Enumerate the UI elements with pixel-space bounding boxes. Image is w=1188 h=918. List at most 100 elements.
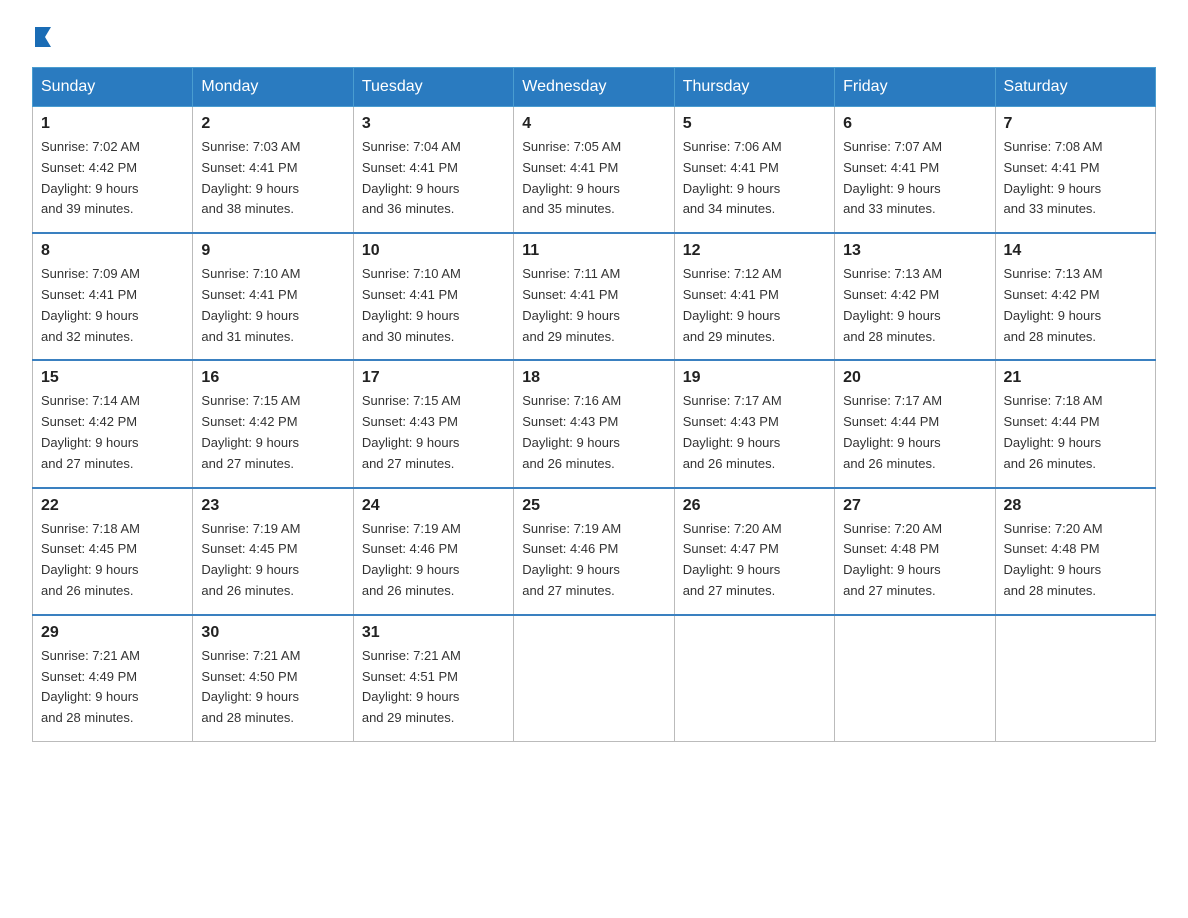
day-info: Sunrise: 7:21 AMSunset: 4:49 PMDaylight:… — [41, 646, 184, 729]
day-info: Sunrise: 7:15 AMSunset: 4:42 PMDaylight:… — [201, 391, 344, 474]
day-info: Sunrise: 7:15 AMSunset: 4:43 PMDaylight:… — [362, 391, 505, 474]
day-number: 19 — [683, 369, 826, 387]
day-info: Sunrise: 7:08 AMSunset: 4:41 PMDaylight:… — [1004, 137, 1147, 220]
day-info: Sunrise: 7:09 AMSunset: 4:41 PMDaylight:… — [41, 264, 184, 347]
day-number: 23 — [201, 497, 344, 515]
day-number: 25 — [522, 497, 665, 515]
weekday-header-monday: Monday — [193, 68, 353, 107]
day-info: Sunrise: 7:21 AMSunset: 4:50 PMDaylight:… — [201, 646, 344, 729]
calendar-cell — [674, 615, 834, 742]
logo — [32, 24, 57, 47]
day-number: 14 — [1004, 242, 1147, 260]
calendar-cell: 13 Sunrise: 7:13 AMSunset: 4:42 PMDayligh… — [835, 233, 995, 360]
calendar-cell: 28Sunrise: 7:20 AMSunset: 4:48 PMDayligh… — [995, 488, 1155, 615]
calendar-cell: 11 Sunrise: 7:11 AMSunset: 4:41 PMDayligh… — [514, 233, 674, 360]
calendar-cell: 30 Sunrise: 7:21 AMSunset: 4:50 PMDayligh… — [193, 615, 353, 742]
calendar-week-row-1: 1 Sunrise: 7:02 AMSunset: 4:42 PMDaylight… — [33, 107, 1156, 234]
logo-flag-icon — [35, 25, 57, 47]
day-info: Sunrise: 7:10 AMSunset: 4:41 PMDaylight:… — [362, 264, 505, 347]
calendar-cell: 12 Sunrise: 7:12 AMSunset: 4:41 PMDayligh… — [674, 233, 834, 360]
calendar-cell: 31 Sunrise: 7:21 AMSunset: 4:51 PMDayligh… — [353, 615, 513, 742]
day-number: 27 — [843, 497, 986, 515]
calendar-cell — [514, 615, 674, 742]
calendar-cell: 29 Sunrise: 7:21 AMSunset: 4:49 PMDayligh… — [33, 615, 193, 742]
calendar-week-row-3: 15 Sunrise: 7:14 AMSunset: 4:42 PMDayligh… — [33, 360, 1156, 487]
day-number: 24 — [362, 497, 505, 515]
day-number: 20 — [843, 369, 986, 387]
calendar-cell: 19 Sunrise: 7:17 AMSunset: 4:43 PMDayligh… — [674, 360, 834, 487]
calendar-week-row-5: 29 Sunrise: 7:21 AMSunset: 4:49 PMDayligh… — [33, 615, 1156, 742]
day-info: Sunrise: 7:11 AMSunset: 4:41 PMDaylight:… — [522, 264, 665, 347]
day-info: Sunrise: 7:20 AMSunset: 4:48 PMDaylight:… — [843, 519, 986, 602]
day-info: Sunrise: 7:19 AMSunset: 4:46 PMDaylight:… — [362, 519, 505, 602]
day-number: 30 — [201, 624, 344, 642]
calendar-cell: 5 Sunrise: 7:06 AMSunset: 4:41 PMDaylight… — [674, 107, 834, 234]
day-info: Sunrise: 7:20 AMSunset: 4:47 PMDaylight:… — [683, 519, 826, 602]
day-info: Sunrise: 7:19 AMSunset: 4:45 PMDaylight:… — [201, 519, 344, 602]
calendar-week-row-4: 22 Sunrise: 7:18 AMSunset: 4:45 PMDayligh… — [33, 488, 1156, 615]
day-number: 28 — [1004, 497, 1147, 515]
calendar-cell: 22 Sunrise: 7:18 AMSunset: 4:45 PMDayligh… — [33, 488, 193, 615]
day-number: 13 — [843, 242, 986, 260]
day-info: Sunrise: 7:17 AMSunset: 4:43 PMDaylight:… — [683, 391, 826, 474]
day-number: 26 — [683, 497, 826, 515]
day-info: Sunrise: 7:18 AMSunset: 4:44 PMDaylight:… — [1004, 391, 1147, 474]
day-number: 11 — [522, 242, 665, 260]
calendar-week-row-2: 8 Sunrise: 7:09 AMSunset: 4:41 PMDaylight… — [33, 233, 1156, 360]
calendar-table: SundayMondayTuesdayWednesdayThursdayFrid… — [32, 67, 1156, 742]
calendar-cell — [835, 615, 995, 742]
day-number: 3 — [362, 115, 505, 133]
calendar-cell: 9 Sunrise: 7:10 AMSunset: 4:41 PMDaylight… — [193, 233, 353, 360]
day-info: Sunrise: 7:14 AMSunset: 4:42 PMDaylight:… — [41, 391, 184, 474]
weekday-header-tuesday: Tuesday — [353, 68, 513, 107]
day-number: 8 — [41, 242, 184, 260]
day-number: 7 — [1004, 115, 1147, 133]
day-number: 31 — [362, 624, 505, 642]
calendar-cell: 16 Sunrise: 7:15 AMSunset: 4:42 PMDayligh… — [193, 360, 353, 487]
day-number: 2 — [201, 115, 344, 133]
calendar-cell: 6 Sunrise: 7:07 AMSunset: 4:41 PMDaylight… — [835, 107, 995, 234]
day-number: 17 — [362, 369, 505, 387]
day-info: Sunrise: 7:03 AMSunset: 4:41 PMDaylight:… — [201, 137, 344, 220]
calendar-cell: 17 Sunrise: 7:15 AMSunset: 4:43 PMDayligh… — [353, 360, 513, 487]
day-number: 21 — [1004, 369, 1147, 387]
calendar-cell: 21 Sunrise: 7:18 AMSunset: 4:44 PMDayligh… — [995, 360, 1155, 487]
day-info: Sunrise: 7:02 AMSunset: 4:42 PMDaylight:… — [41, 137, 184, 220]
day-info: Sunrise: 7:13 AMSunset: 4:42 PMDaylight:… — [843, 264, 986, 347]
weekday-header-saturday: Saturday — [995, 68, 1155, 107]
day-number: 5 — [683, 115, 826, 133]
day-info: Sunrise: 7:10 AMSunset: 4:41 PMDaylight:… — [201, 264, 344, 347]
weekday-header-wednesday: Wednesday — [514, 68, 674, 107]
day-info: Sunrise: 7:05 AMSunset: 4:41 PMDaylight:… — [522, 137, 665, 220]
day-info: Sunrise: 7:07 AMSunset: 4:41 PMDaylight:… — [843, 137, 986, 220]
calendar-cell: 8 Sunrise: 7:09 AMSunset: 4:41 PMDaylight… — [33, 233, 193, 360]
day-info: Sunrise: 7:16 AMSunset: 4:43 PMDaylight:… — [522, 391, 665, 474]
day-number: 9 — [201, 242, 344, 260]
calendar-cell: 7 Sunrise: 7:08 AMSunset: 4:41 PMDaylight… — [995, 107, 1155, 234]
day-info: Sunrise: 7:12 AMSunset: 4:41 PMDaylight:… — [683, 264, 826, 347]
page-header — [32, 24, 1156, 47]
calendar-cell: 25Sunrise: 7:19 AMSunset: 4:46 PMDayligh… — [514, 488, 674, 615]
calendar-cell: 27 Sunrise: 7:20 AMSunset: 4:48 PMDayligh… — [835, 488, 995, 615]
day-info: Sunrise: 7:06 AMSunset: 4:41 PMDaylight:… — [683, 137, 826, 220]
day-number: 6 — [843, 115, 986, 133]
day-number: 16 — [201, 369, 344, 387]
day-number: 18 — [522, 369, 665, 387]
day-info: Sunrise: 7:21 AMSunset: 4:51 PMDaylight:… — [362, 646, 505, 729]
calendar-cell — [995, 615, 1155, 742]
day-info: Sunrise: 7:17 AMSunset: 4:44 PMDaylight:… — [843, 391, 986, 474]
day-number: 22 — [41, 497, 184, 515]
day-info: Sunrise: 7:18 AMSunset: 4:45 PMDaylight:… — [41, 519, 184, 602]
weekday-header-row: SundayMondayTuesdayWednesdayThursdayFrid… — [33, 68, 1156, 107]
calendar-cell: 2 Sunrise: 7:03 AMSunset: 4:41 PMDaylight… — [193, 107, 353, 234]
calendar-cell: 15 Sunrise: 7:14 AMSunset: 4:42 PMDayligh… — [33, 360, 193, 487]
weekday-header-friday: Friday — [835, 68, 995, 107]
day-number: 29 — [41, 624, 184, 642]
day-number: 1 — [41, 115, 184, 133]
weekday-header-sunday: Sunday — [33, 68, 193, 107]
day-info: Sunrise: 7:13 AMSunset: 4:42 PMDaylight:… — [1004, 264, 1147, 347]
calendar-cell: 3Sunrise: 7:04 AMSunset: 4:41 PMDaylight… — [353, 107, 513, 234]
day-number: 12 — [683, 242, 826, 260]
calendar-cell: 4Sunrise: 7:05 AMSunset: 4:41 PMDaylight… — [514, 107, 674, 234]
day-number: 15 — [41, 369, 184, 387]
